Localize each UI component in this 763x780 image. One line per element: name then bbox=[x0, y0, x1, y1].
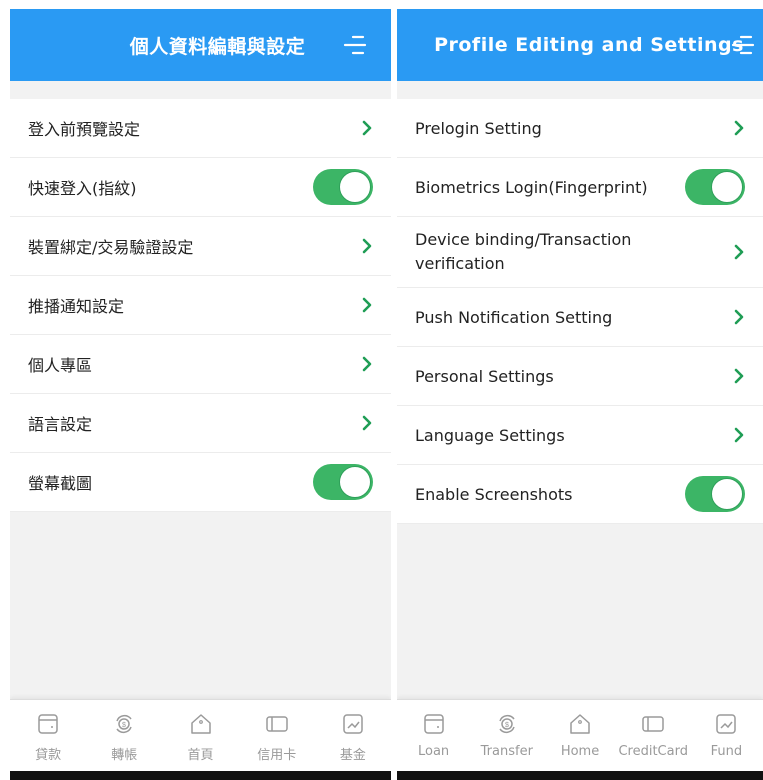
settings-row-biometrics: Biometrics Login(Fingerprint) bbox=[397, 158, 763, 217]
settings-row-prelogin[interactable]: Prelogin Setting bbox=[397, 99, 763, 158]
page-title: 個人資料編輯與設定 bbox=[129, 35, 306, 58]
home-icon bbox=[570, 714, 590, 734]
credit-card-icon bbox=[642, 716, 664, 732]
screenshots-toggle[interactable] bbox=[313, 464, 373, 500]
biometrics-toggle[interactable] bbox=[685, 169, 745, 205]
row-label: Device binding/Transaction verification bbox=[415, 230, 632, 273]
menu-icon bbox=[343, 35, 367, 55]
tab-label: Transfer bbox=[480, 744, 533, 759]
row-label: 推播通知設定 bbox=[28, 297, 125, 316]
row-label: 個人專區 bbox=[28, 356, 93, 375]
settings-row-biometrics: 快速登入(指紋) bbox=[10, 158, 391, 217]
chevron-right-icon bbox=[359, 119, 375, 137]
settings-row-language[interactable]: Language Settings bbox=[397, 406, 763, 465]
tab-label: 信用卡 bbox=[257, 748, 297, 763]
tab-label: 轉帳 bbox=[111, 748, 138, 763]
chevron-right-icon bbox=[359, 237, 375, 255]
chevron-right-icon bbox=[359, 414, 375, 432]
toggle-knob bbox=[339, 466, 371, 498]
settings-row-device-binding[interactable]: 裝置綁定/交易驗證設定 bbox=[10, 217, 391, 276]
system-nav-strip bbox=[397, 771, 763, 780]
tab-fund[interactable]: Fund bbox=[690, 700, 763, 771]
tab-loan[interactable]: Loan bbox=[397, 700, 470, 771]
loan-icon bbox=[38, 714, 58, 734]
svg-text:$: $ bbox=[505, 722, 509, 729]
chevron-right-icon bbox=[731, 243, 747, 261]
header-bar: 個人資料編輯與設定 bbox=[10, 9, 391, 81]
page-title: Profile Editing and Settings bbox=[434, 34, 744, 56]
fund-icon bbox=[343, 714, 363, 734]
tab-label: 首頁 bbox=[187, 748, 214, 763]
settings-list: Prelogin Setting Biometrics Login(Finger… bbox=[397, 99, 763, 524]
row-label: Language Settings bbox=[415, 425, 565, 445]
tab-label: Home bbox=[560, 744, 600, 759]
svg-text:$: $ bbox=[122, 722, 126, 729]
settings-row-personal[interactable]: 個人專區 bbox=[10, 335, 391, 394]
settings-row-push-notification[interactable]: Push Notification Setting bbox=[397, 288, 763, 347]
tab-home[interactable]: Home bbox=[543, 700, 616, 771]
toggle-knob bbox=[711, 171, 743, 203]
menu-button[interactable] bbox=[339, 9, 371, 81]
system-nav-strip bbox=[10, 771, 391, 780]
chevron-right-icon bbox=[359, 296, 375, 314]
chevron-right-icon bbox=[731, 308, 747, 326]
tab-label: CreditCard bbox=[618, 744, 688, 759]
biometrics-toggle[interactable] bbox=[313, 169, 373, 205]
tab-loan[interactable]: 貸款 bbox=[10, 700, 86, 771]
fund-icon bbox=[716, 714, 737, 734]
transfer-icon: $ bbox=[116, 715, 133, 733]
chevron-right-icon bbox=[731, 367, 747, 385]
settings-screen-zh: 個人資料編輯與設定 登入前預覽設定 快速登入(指紋) 裝置綁定/交易驗證設定 推… bbox=[10, 9, 391, 780]
settings-row-screenshots: 螢幕截圖 bbox=[10, 453, 391, 512]
settings-row-device-binding[interactable]: Device binding/Transaction verification bbox=[397, 217, 763, 288]
toggle-knob bbox=[711, 478, 743, 510]
bottom-tab-bar: 貸款 $ 轉帳 首頁 信用卡 基金 bbox=[10, 699, 391, 771]
settings-row-push-notification[interactable]: 推播通知設定 bbox=[10, 276, 391, 335]
tab-label: Loan bbox=[418, 744, 450, 759]
row-label: 快速登入(指紋) bbox=[28, 179, 137, 198]
tab-fund[interactable]: 基金 bbox=[315, 700, 391, 771]
tab-label: Fund bbox=[710, 744, 743, 759]
tab-credit-card[interactable]: 信用卡 bbox=[239, 700, 315, 771]
row-label: 語言設定 bbox=[28, 415, 93, 434]
chevron-right-icon bbox=[359, 355, 375, 373]
loan-icon bbox=[423, 714, 444, 734]
tab-transfer[interactable]: $ 轉帳 bbox=[86, 700, 162, 771]
tab-transfer[interactable]: $ Transfer bbox=[470, 700, 543, 771]
settings-row-screenshots: Enable Screenshots bbox=[397, 465, 763, 524]
settings-list: 登入前預覽設定 快速登入(指紋) 裝置綁定/交易驗證設定 推播通知設定 個人專區… bbox=[10, 99, 391, 512]
row-label: Biometrics Login(Fingerprint) bbox=[415, 177, 648, 197]
settings-row-personal[interactable]: Personal Settings bbox=[397, 347, 763, 406]
tab-label: 貸款 bbox=[35, 748, 62, 763]
home-icon bbox=[190, 714, 211, 734]
tab-home[interactable]: 首頁 bbox=[162, 700, 238, 771]
settings-row-prelogin[interactable]: 登入前預覽設定 bbox=[10, 99, 391, 158]
screenshots-toggle[interactable] bbox=[685, 476, 745, 512]
bottom-tab-bar: Loan $ Transfer Home CreditCard Fund bbox=[397, 699, 763, 771]
row-label: 登入前預覽設定 bbox=[28, 120, 141, 139]
settings-row-language[interactable]: 語言設定 bbox=[10, 394, 391, 453]
chevron-right-icon bbox=[731, 119, 747, 137]
header-bar: Profile Editing and Settings bbox=[397, 9, 763, 81]
toggle-knob bbox=[339, 171, 371, 203]
tab-credit-card[interactable]: CreditCard bbox=[617, 700, 690, 771]
chevron-right-icon bbox=[731, 426, 747, 444]
menu-icon bbox=[731, 35, 755, 55]
row-label: Push Notification Setting bbox=[415, 307, 613, 327]
row-label: Personal Settings bbox=[415, 366, 554, 386]
transfer-icon: $ bbox=[499, 715, 515, 733]
row-label: Enable Screenshots bbox=[415, 484, 573, 504]
settings-screen-en: Profile Editing and Settings Prelogin Se… bbox=[397, 9, 763, 780]
row-label: 裝置綁定/交易驗證設定 bbox=[28, 238, 194, 257]
row-label: Prelogin Setting bbox=[415, 118, 542, 138]
row-label: 螢幕截圖 bbox=[28, 474, 93, 493]
menu-button[interactable] bbox=[727, 9, 759, 81]
credit-card-icon bbox=[265, 716, 288, 732]
tab-label: 基金 bbox=[339, 748, 366, 763]
